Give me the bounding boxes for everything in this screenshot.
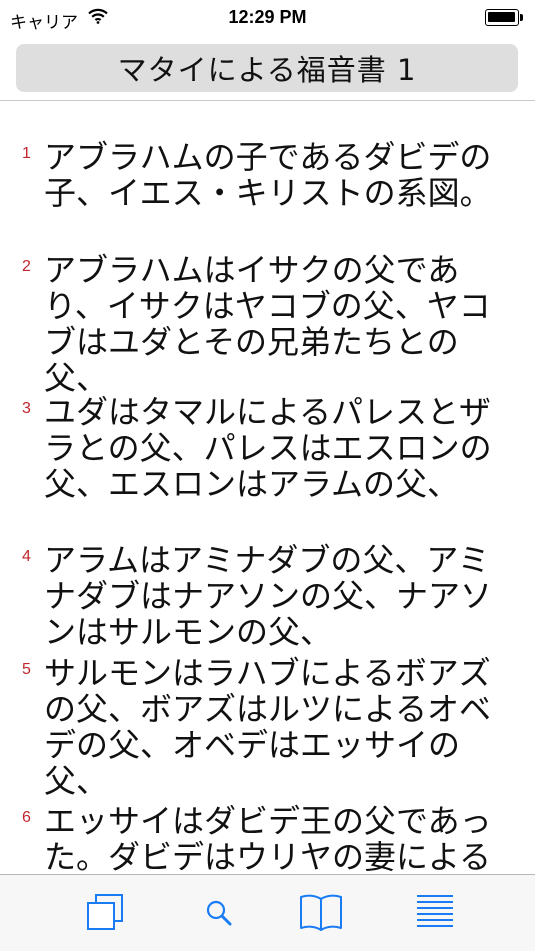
search-icon <box>199 892 239 936</box>
verse-text: アブラハムの子であるダビデの子、イエス・キリストの系図。 <box>44 138 492 212</box>
list-icon <box>413 890 457 938</box>
verse-text: サルモンはラハブによるボアズの父、ボアズはルツによるオベデの父、オベデはエッサイ… <box>44 654 492 800</box>
verse-text: ユダはタマルによるパレスとザラとの父、パレスはエスロンの父、エスロンはアラムの父… <box>44 393 492 503</box>
verse-text: エッサイはダビデ王の父であった。ダビデはウリヤの妻による <box>44 802 492 874</box>
chapter-list-button[interactable] <box>410 889 460 939</box>
search-button[interactable] <box>194 889 244 939</box>
copy-button[interactable] <box>80 889 130 939</box>
verse-number: 6 <box>22 809 31 826</box>
verse-number: 3 <box>22 400 31 417</box>
verse-text: アブラハムはイサクの父であり、イサクはヤコブの父、ヤコブはユダとその兄弟たちとの… <box>44 251 491 397</box>
page-title: マタイによる福音書 1 <box>117 53 417 87</box>
verse-text: アラムはアミナダブの父、アミナダブはナアソンの父、ナアソンはサルモンの父、 <box>44 541 493 651</box>
status-bar: キャリア 12:29 PM <box>0 0 535 36</box>
tab-bar <box>0 874 535 951</box>
verse-number: 2 <box>22 258 31 275</box>
verse-number: 4 <box>22 548 31 565</box>
verse-number: 1 <box>22 145 31 162</box>
battery-icon <box>485 9 523 26</box>
book-button[interactable] <box>296 889 346 939</box>
status-time: 12:29 PM <box>228 7 307 27</box>
verse-list[interactable]: 1 アブラハムの子であるダビデの子、イエス・キリストの系図。 2 アブラハムはイ… <box>0 101 535 874</box>
book-icon <box>297 890 345 938</box>
copy-icon <box>83 890 127 938</box>
verse-number: 5 <box>22 661 31 678</box>
chapter-title-button[interactable]: マタイによる福音書 1 <box>16 44 518 92</box>
